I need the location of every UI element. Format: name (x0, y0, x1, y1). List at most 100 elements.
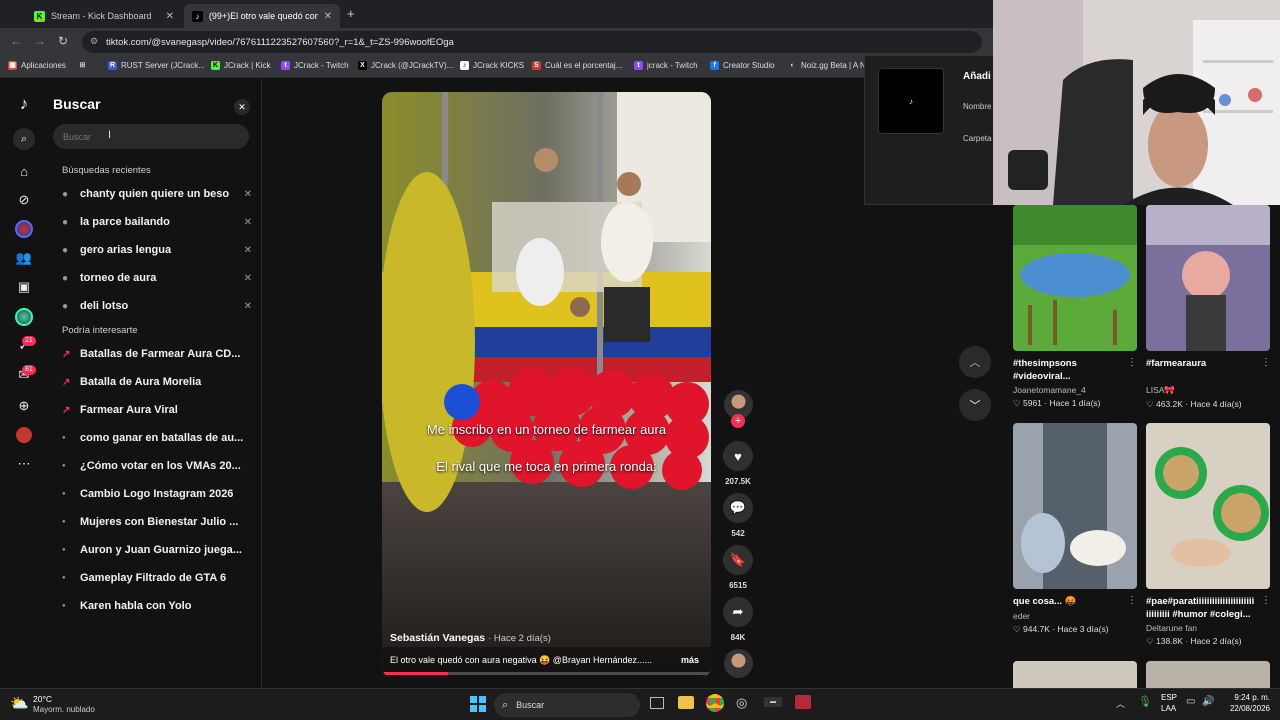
tab-kick-dashboard[interactable]: K Stream - Kick Dashboard ✕ (26, 4, 182, 28)
remove-icon[interactable]: ✕ (240, 273, 252, 284)
live-icon[interactable]: ▣ (14, 277, 34, 297)
bookmark-creator-studio[interactable]: f Creator Studio (710, 61, 775, 70)
volume-icon[interactable]: 🔊 (1202, 696, 1214, 707)
remove-icon[interactable]: ✕ (240, 301, 252, 312)
remove-icon[interactable]: ✕ (240, 189, 252, 200)
app-icon[interactable]: ▬ (764, 697, 782, 707)
more-link[interactable]: más (681, 655, 699, 665)
profile-icon[interactable] (14, 425, 34, 445)
remove-icon[interactable]: ✕ (240, 217, 252, 228)
bookmark-grid[interactable]: ⊞ (78, 61, 87, 70)
bookmark-noiz[interactable]: ◐ Noiz.gg Beta | A N (788, 61, 865, 70)
suggested-item[interactable]: ● Cambio Logo Instagram 2026 (62, 484, 252, 504)
profile-avatar-icon[interactable] (14, 307, 34, 327)
close-search-button[interactable]: ✕ (234, 99, 250, 115)
tray-overflow-icon[interactable]: ︿ (1116, 697, 1125, 710)
microphone-icon[interactable]: 🎙 (1138, 695, 1152, 708)
search-icon[interactable]: ⌕ (13, 128, 35, 150)
recent-search-item[interactable]: ● chanty quien quiere un beso ✕ (62, 184, 252, 204)
close-tab-icon[interactable]: ✕ (324, 11, 332, 22)
card-more-icon[interactable]: ⋮ (1261, 595, 1271, 606)
home-icon[interactable]: ⌂ (14, 161, 34, 181)
reload-icon[interactable]: ↻ (58, 34, 68, 48)
collection-cover[interactable]: ♪ (878, 68, 944, 134)
related-video-card[interactable]: que cosa... 🤬 eder ♡ 944.7K · Hace 3 día… (1013, 423, 1137, 635)
clock-time[interactable]: 9:24 p. m. (1226, 693, 1270, 702)
video-thumbnail-partial[interactable] (1013, 661, 1137, 688)
new-tab-button[interactable]: + (347, 6, 355, 21)
comment-button[interactable]: 💬 (723, 493, 753, 523)
rust-icon: R (108, 61, 117, 70)
share-count: 84K (730, 633, 746, 642)
network-icon[interactable]: ▭ (1186, 696, 1195, 707)
trending-item[interactable]: ↗ Batallas de Farmear Aura CD... (62, 344, 252, 364)
recent-search-item[interactable]: ● deli lotso ✕ (62, 296, 252, 316)
previous-video-button[interactable]: ︿ (959, 346, 991, 378)
recent-search-item[interactable]: ● torneo de aura ✕ (62, 268, 252, 288)
share-button[interactable]: ➦ (723, 597, 753, 627)
card-title: que cosa... 🤬 (1013, 596, 1077, 607)
sound-avatar[interactable] (724, 649, 753, 678)
bookmark-jcrack-twitch[interactable]: t jcrack - Twitch (634, 61, 698, 70)
dot-icon: ● (62, 435, 66, 441)
card-likes: 138.8K (1156, 636, 1183, 646)
trending-icon: ↗ (62, 404, 71, 416)
live-avatar-icon[interactable] (14, 219, 34, 239)
trending-item[interactable]: ↗ Batalla de Aura Morelia (62, 372, 252, 392)
related-video-card[interactable]: #thesimpsons #videoviral... Joanetomaman… (1013, 205, 1137, 409)
suggested-item[interactable]: ● como ganar en batallas de au... (62, 428, 252, 448)
related-video-card[interactable]: #farmearaura LISA🎀 ♡ 463.2K · Hace 4 día… (1146, 205, 1270, 410)
card-more-icon[interactable]: ⋮ (1127, 595, 1137, 606)
like-button[interactable]: ♥ (723, 441, 753, 471)
video-player[interactable]: Me inscribo en un torneo de farmear aura… (382, 92, 711, 677)
card-author: eder (1013, 611, 1031, 621)
search-text-input[interactable] (63, 129, 233, 144)
suggested-item[interactable]: ● ¿Cómo votar en los VMAs 20... (62, 456, 252, 476)
bookmark-twitch[interactable]: t JCrack - Twitch (281, 61, 349, 70)
task-view-icon[interactable] (650, 697, 664, 709)
suggested-item[interactable]: ● Auron y Juan Guarnizo juega... (62, 540, 252, 560)
site-info-icon[interactable]: ⚙ (90, 36, 98, 47)
related-video-card[interactable]: #pae#paratiiiiiiiiiiiiiiiiiiiiii iiiiiii… (1146, 423, 1270, 647)
video-author[interactable]: Sebastián Vanegas · Hace 2 día(s) (390, 632, 551, 644)
back-icon[interactable]: ← (10, 34, 22, 48)
remove-icon[interactable]: ✕ (240, 245, 252, 256)
suggested-item[interactable]: ● Gameplay Filtrado de GTA 6 (62, 568, 252, 588)
bookmark-rust[interactable]: R RUST Server (JCrack... (108, 61, 205, 70)
bookmark-jcrack-kicks[interactable]: ♪ JCrack KICKS (460, 61, 524, 70)
url-field[interactable]: ⚙ tiktok.com/@svanegasp/video/7676111223… (82, 31, 982, 53)
suggested-item[interactable]: ● Mujeres con Bienestar Julio ... (62, 512, 252, 532)
obs-icon[interactable]: ◎ (736, 695, 747, 711)
explore-icon[interactable]: ⊘ (14, 190, 34, 210)
bookmark-porcentaje[interactable]: S Cuál es el porcentaj... (532, 61, 622, 70)
next-video-button[interactable]: ﹀ (959, 389, 991, 421)
following-icon[interactable]: 👥 (14, 248, 34, 268)
bookmark-kick[interactable]: K JCrack | Kick (211, 61, 271, 70)
search-input[interactable]: I (53, 124, 249, 149)
language-code[interactable]: ESP (1161, 693, 1177, 702)
card-more-icon[interactable]: ⋮ (1127, 357, 1137, 368)
bookmark-x[interactable]: X JCrack (@JCrackTV)... (358, 61, 453, 70)
chrome-icon[interactable] (706, 694, 724, 712)
bookmark-apps[interactable]: ▦ Aplicaciones (8, 61, 66, 70)
tab-tiktok-video[interactable]: ♪ (99+)El otro vale quedó con au ✕ (184, 4, 340, 28)
recent-search-item[interactable]: ● gero arias lengua ✕ (62, 240, 252, 260)
card-more-icon[interactable]: ⋮ (1261, 357, 1271, 368)
app-icon-2[interactable] (795, 695, 811, 709)
windows-start-icon[interactable] (470, 696, 486, 712)
weather-icon[interactable]: ⛅ (10, 694, 29, 712)
close-tab-icon[interactable]: ✕ (166, 11, 174, 22)
trending-item[interactable]: ↗ Farmear Aura Viral (62, 400, 252, 420)
video-progress-track[interactable] (382, 672, 711, 675)
video-thumbnail-partial[interactable] (1146, 661, 1270, 688)
suggested-item[interactable]: ● Karen habla con Yolo (62, 596, 252, 616)
tiktok-logo-icon[interactable]: ♪ (14, 94, 34, 114)
follow-button[interactable]: + (731, 414, 745, 428)
save-button[interactable]: 🔖 (723, 545, 753, 575)
upload-icon[interactable]: ⊕ (14, 396, 34, 416)
file-explorer-icon[interactable] (678, 696, 694, 709)
taskbar-search[interactable]: ⌕ Buscar (494, 693, 640, 717)
forward-icon[interactable]: → (34, 34, 46, 48)
more-icon[interactable]: ⋯ (14, 454, 34, 474)
recent-search-item[interactable]: ● la parce bailando ✕ (62, 212, 252, 232)
